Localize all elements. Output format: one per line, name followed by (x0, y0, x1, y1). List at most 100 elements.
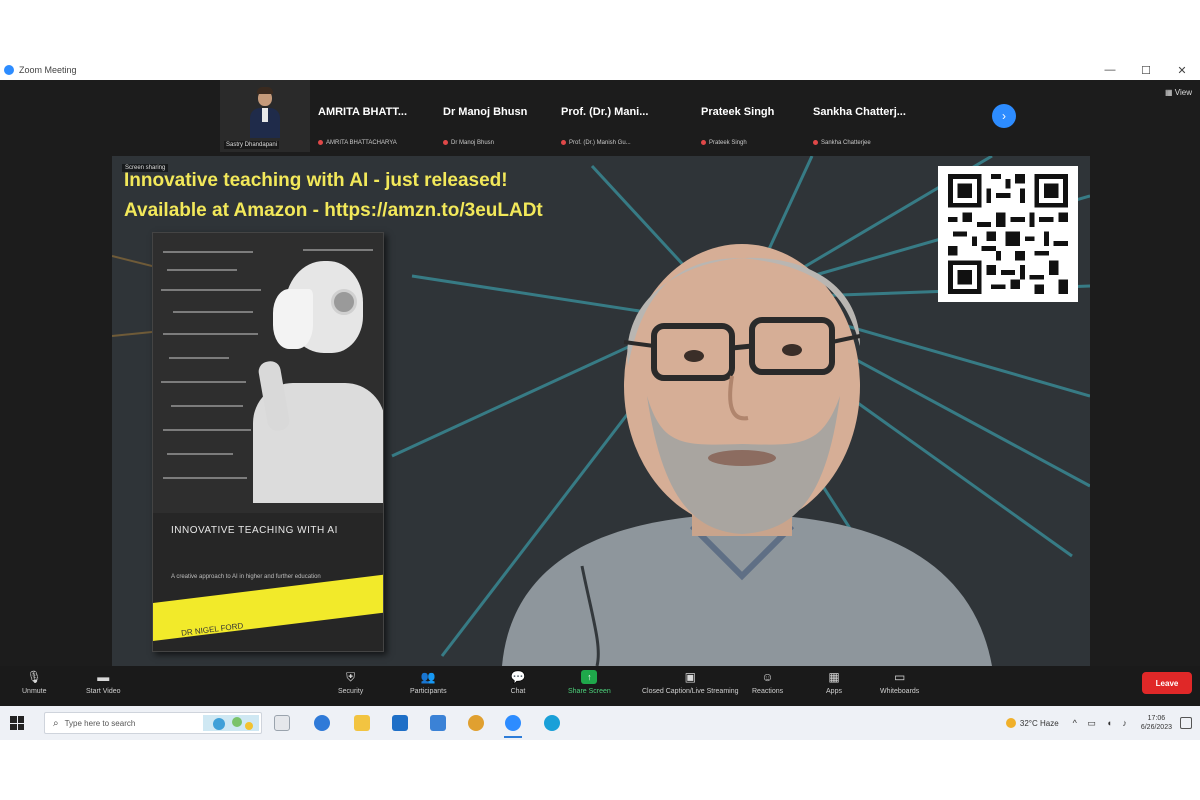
microphone-icon: 🎙 (26, 670, 42, 684)
participant-subname: Sankha Chatterjee (813, 140, 871, 146)
chalk-scribble (163, 429, 251, 431)
participant-figure (250, 86, 280, 138)
toolbar-label: Start Video (86, 688, 121, 695)
view-label: View (1174, 88, 1192, 97)
participant-tile[interactable]: Dr Manoj Bhusn Dr Manoj Bhusn (435, 80, 553, 152)
apps-icon: ▦ (828, 670, 840, 684)
toolbar-label: Security (338, 688, 364, 695)
toolbar-label: Unmute (22, 688, 47, 695)
window-title: Zoom Meeting (19, 65, 77, 75)
participant-subname-text: Sankha Chatterjee (821, 140, 871, 147)
minimize-button[interactable]: — (1092, 60, 1128, 80)
participant-subname-text: Prateek Singh (709, 140, 747, 147)
windows-start-button[interactable] (10, 716, 24, 730)
participant-name: AMRITA BHATT... (318, 106, 408, 118)
clock-time: 17:06 (1147, 715, 1166, 722)
video-camera-icon: ▬ (97, 670, 110, 684)
weather-widget[interactable]: 32°C Haze (1005, 718, 1059, 728)
toolbar-label: Share Screen (568, 688, 611, 695)
notifications-icon[interactable] (1180, 717, 1192, 729)
chalk-scribble (163, 251, 253, 253)
participant-tile[interactable]: AMRITA BHATT... AMRITA BHATTACHARYA (310, 80, 435, 152)
start-icon-square (10, 723, 17, 730)
apps-button[interactable]: ▦ Apps (826, 670, 842, 704)
window-controls: — ☐ ✕ (1092, 60, 1200, 80)
closed-caption-button[interactable]: ▣ Closed Caption/Live Streaming (642, 670, 739, 704)
search-icon: ⌕ (53, 717, 59, 729)
participant-name: Dr Manoj Bhusn (443, 106, 528, 118)
participant-subname-text: Dr Manoj Bhusn (451, 140, 495, 147)
view-button[interactable]: ▦ View (1165, 88, 1192, 97)
robot-ear (331, 289, 357, 315)
toolbar-label: Chat (510, 688, 526, 695)
participant-subname: AMRITA BHATTACHARYA (318, 140, 397, 146)
participant-name: Prof. (Dr.) Mani... (561, 106, 649, 118)
start-icon-square (10, 716, 17, 723)
tray-icons[interactable]: ^ ▭ ◖ ♪ (1073, 718, 1131, 729)
participants-icon: 👥 (420, 670, 436, 684)
clock[interactable]: 17:06 6/26/2023 (1141, 714, 1172, 732)
start-video-button[interactable]: ▬ Start Video (86, 670, 121, 704)
muted-mic-icon (561, 140, 566, 145)
browser-icon[interactable] (544, 715, 560, 731)
maximize-button[interactable]: ☐ (1128, 60, 1164, 80)
muted-mic-icon (813, 140, 818, 145)
chat-button[interactable]: 💬 Chat (510, 670, 526, 704)
next-participants-button[interactable]: › (992, 104, 1016, 128)
file-explorer-icon[interactable] (354, 715, 370, 731)
participant-video-thumbnail[interactable]: Sastry Dhandapani (220, 80, 310, 152)
participant-tile[interactable]: Prateek Singh Prateek Singh (693, 80, 805, 152)
toolbar-label: Closed Caption/Live Streaming (642, 688, 739, 695)
outlook-icon[interactable] (392, 715, 408, 731)
share-screen-icon: ↑ (581, 670, 598, 684)
search-placeholder: Type here to search (64, 718, 136, 728)
summary-icon: ▣ (684, 670, 696, 684)
muted-mic-icon (318, 140, 323, 145)
participant-strip: Sastry Dhandapani AMRITA BHATT... AMRITA… (220, 80, 935, 152)
store-icon[interactable] (430, 715, 446, 731)
chalk-scribble (169, 357, 229, 359)
edge-browser-icon[interactable] (314, 715, 330, 731)
chalk-scribble (167, 453, 233, 455)
toolbar-label: Participants (410, 688, 447, 695)
search-highlight-art (203, 715, 259, 731)
participant-tile[interactable]: Sankha Chatterj... Sankha Chatterjee (805, 80, 935, 152)
speaker-video (502, 244, 992, 666)
reactions-icon: ☺ (761, 670, 774, 684)
banner-line-1: Innovative teaching with AI - just relea… (124, 170, 508, 191)
chalk-scribble (171, 405, 243, 407)
book-cover: INNOVATIVE TEACHING WITH AI A creative a… (152, 232, 384, 652)
windows-taskbar: ⌕ Type here to search 32°C Haze ^ ▭ ◖ ♪ (0, 706, 1200, 740)
share-screen-button[interactable]: ↑ Share Screen (568, 670, 611, 704)
participants-button[interactable]: 👥 Participants (410, 670, 447, 704)
toolbar-label: Reactions (752, 688, 784, 695)
clock-date: 6/26/2023 (1140, 724, 1172, 731)
chalk-scribble (303, 249, 373, 251)
whiteboards-button[interactable]: ▭ Whiteboards (880, 670, 919, 704)
participant-subname-text: AMRITA BHATTACHARYA (326, 140, 397, 147)
task-view-icon[interactable] (274, 715, 290, 731)
zoom-taskbar-icon[interactable] (505, 715, 521, 731)
participant-shirt (262, 108, 268, 122)
chalk-scribble (163, 477, 247, 479)
chalk-scribble (161, 381, 246, 383)
taskbar-search-box[interactable]: ⌕ Type here to search (44, 712, 262, 734)
chrome-icon[interactable] (468, 715, 484, 731)
weather-text: 32°C Haze (1019, 718, 1059, 728)
robot-face (273, 289, 313, 349)
chalk-scribble (173, 311, 253, 313)
close-button[interactable]: ✕ (1164, 60, 1200, 80)
shared-screen: Screen sharing Innovative teaching with … (112, 156, 1090, 666)
whiteboards-icon: ▭ (893, 670, 906, 684)
reactions-button[interactable]: ☺ Reactions (752, 670, 783, 704)
shield-icon: ⛨ (346, 669, 356, 684)
participant-hair (257, 87, 273, 94)
participant-tile[interactable]: Prof. (Dr.) Mani... Prof. (Dr.) Manish G… (553, 80, 693, 152)
participant-subname: Prof. (Dr.) Manish Gu... (561, 140, 631, 146)
start-icon-square (17, 716, 24, 723)
security-button[interactable]: ⛨ Security (338, 670, 363, 704)
toolbar-label: Whiteboards (880, 688, 920, 695)
chalk-scribble (163, 333, 258, 335)
leave-button[interactable]: Leave (1142, 672, 1192, 694)
unmute-button[interactable]: 🎙 Unmute (22, 670, 47, 704)
